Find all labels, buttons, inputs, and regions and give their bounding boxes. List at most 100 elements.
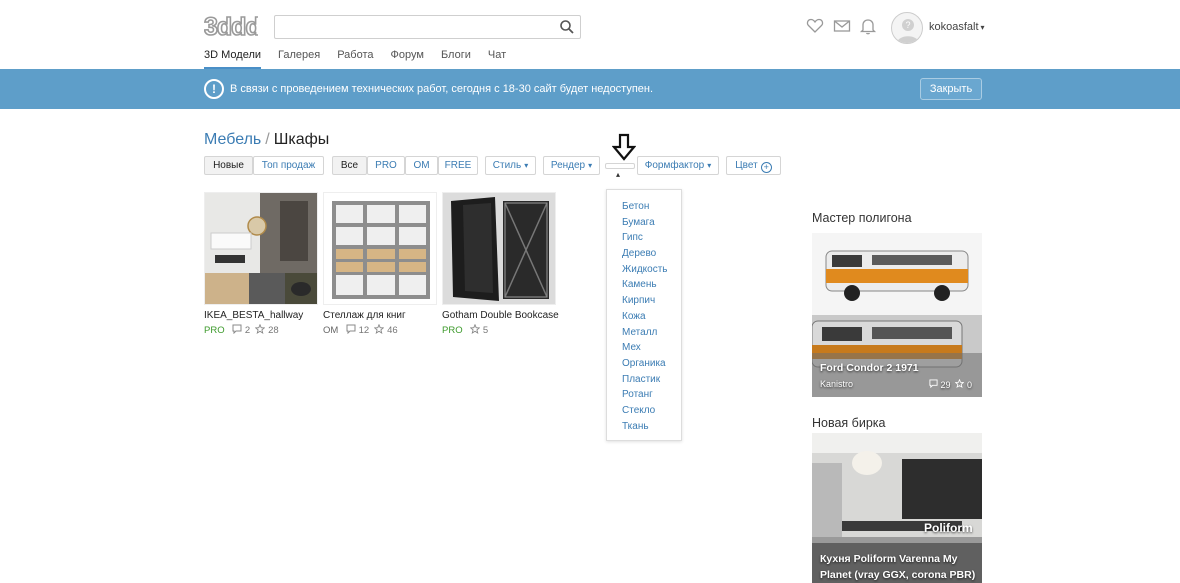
pro-badge: PRO [204, 325, 225, 336]
nav-forum[interactable]: Форум [391, 49, 424, 69]
sort-top-button[interactable]: Топ продаж [253, 156, 324, 175]
style-label: Стиль [492, 160, 522, 171]
material-option[interactable]: Камень [622, 277, 681, 293]
banner-message: В связи с проведением технических работ,… [230, 83, 654, 95]
main-nav: 3D Модели Галерея Работа Форум Блоги Чат [204, 49, 523, 69]
featured-model-card[interactable]: Ford Condor 2 1971 Kanistro 29 0 [812, 233, 982, 397]
logo-text: 3ddd [204, 14, 258, 40]
star-icon [254, 323, 266, 334]
pro-badge: PRO [442, 325, 463, 336]
avatar[interactable]: ? [891, 12, 923, 44]
license-all-button[interactable]: Все [332, 156, 367, 175]
user-menu[interactable]: kokoasfalt ▾ [929, 21, 985, 33]
nav-jobs[interactable]: Работа [337, 49, 373, 69]
color-filter-button[interactable]: Цвет + [726, 156, 781, 175]
hallway-render-image [205, 193, 317, 304]
comment-count: 12 [358, 325, 370, 336]
heart-icon[interactable] [806, 17, 824, 35]
material-option[interactable]: Органика [622, 356, 681, 372]
render-label: Рендер [550, 160, 586, 171]
master-heading: Мастер полигона [812, 211, 912, 225]
nav-gallery[interactable]: Галерея [278, 49, 320, 69]
product-card[interactable]: Gotham Double Bookcase PRO 5 [442, 192, 559, 336]
featured-model-author[interactable]: Kanistro [820, 379, 853, 389]
banner-close-button[interactable]: Закрыть [920, 78, 982, 100]
material-option[interactable]: Мех [622, 340, 681, 356]
site-logo[interactable]: 3ddd [204, 14, 258, 40]
new-tag-title-line1[interactable]: Кухня Poliform Varenna My [820, 552, 957, 567]
material-option[interactable]: Бетон [622, 199, 681, 215]
material-dropdown-toggle[interactable] [605, 163, 635, 169]
plus-circle-icon: + [760, 162, 772, 173]
user-placeholder-icon: ? [897, 19, 919, 43]
comment-count: 29 [940, 380, 951, 390]
product-card[interactable]: Стеллаж для книг OM 12 46 [323, 192, 437, 336]
mail-icon[interactable] [833, 17, 851, 35]
render-dropdown[interactable]: Рендер ▾ [543, 156, 600, 175]
favorite-count: 0 [966, 380, 972, 390]
formfactor-label: Формфактор [644, 160, 705, 171]
chevron-down-icon: ▾ [524, 161, 529, 170]
product-thumbnail[interactable] [204, 192, 318, 305]
product-meta: OM 12 46 [323, 323, 437, 336]
star-icon [469, 323, 481, 334]
comment-icon [346, 324, 356, 335]
product-title[interactable]: Gotham Double Bookcase [442, 310, 559, 321]
maintenance-banner: ! В связи с проведением технических рабо… [0, 69, 1180, 109]
black-bookcase-render-image [443, 193, 555, 304]
product-card[interactable]: IKEA_BESTA_hallway PRO 2 28 [204, 192, 318, 336]
chevron-down-icon: ▾ [588, 161, 593, 170]
material-option[interactable]: Ткань [622, 419, 681, 435]
material-option[interactable]: Гипс [622, 230, 681, 246]
product-title[interactable]: Стеллаж для книг [323, 310, 437, 321]
material-option[interactable]: Жидкость [622, 262, 681, 278]
new-tag-title-line2[interactable]: Planet (vray GGX, corona PBR) [820, 568, 975, 583]
material-option[interactable]: Дерево [622, 246, 681, 262]
license-pro-button[interactable]: PRO [367, 156, 405, 175]
chevron-down-icon: ▾ [980, 23, 985, 32]
search-input[interactable] [275, 16, 545, 38]
material-option[interactable]: Бумага [622, 215, 681, 231]
nav-3d-models[interactable]: 3D Модели [204, 49, 262, 69]
license-om-button[interactable]: OM [405, 156, 438, 175]
material-option[interactable]: Металл [622, 325, 681, 341]
bookshelf-render-image [324, 193, 436, 304]
svg-text:?: ? [905, 20, 910, 30]
featured-model-title[interactable]: Ford Condor 2 1971 [820, 361, 919, 376]
product-thumbnail[interactable] [323, 192, 437, 305]
breadcrumb-separator: / [265, 131, 270, 148]
username: kokoasfalt [929, 21, 979, 33]
material-option[interactable]: Стекло [622, 403, 681, 419]
star-icon [373, 323, 385, 334]
search-bar [274, 15, 581, 39]
breadcrumb: Мебель / Шкафы [204, 131, 329, 149]
bell-icon[interactable] [859, 17, 877, 35]
nav-blogs[interactable]: Блоги [441, 49, 471, 69]
search-icon[interactable] [559, 19, 575, 35]
material-dropdown-menu: Бетон Бумага Гипс Дерево Жидкость Камень Кирпи… [606, 189, 682, 441]
breadcrumb-parent[interactable]: Мебель [204, 131, 261, 148]
poliform-watermark: Poliform [924, 521, 973, 535]
license-free-button[interactable]: FREE [438, 156, 478, 175]
new-tag-card[interactable]: Poliform Кухня Poliform Varenna My Plane… [812, 433, 982, 583]
nav-chat[interactable]: Чат [488, 49, 506, 69]
product-meta: PRO 2 28 [204, 323, 318, 336]
new-tag-heading: Новая бирка [812, 416, 886, 430]
product-meta: PRO 5 [442, 323, 556, 336]
style-dropdown[interactable]: Стиль ▾ [485, 156, 536, 175]
material-option[interactable]: Кирпич [622, 293, 681, 309]
star-icon [955, 378, 965, 388]
arrow-down-icon [612, 133, 636, 161]
sort-new-button[interactable]: Новые [204, 156, 253, 175]
material-option[interactable]: Пластик [622, 372, 681, 388]
chevron-down-icon: ▾ [707, 161, 712, 170]
color-label: Цвет [735, 160, 758, 171]
formfactor-dropdown[interactable]: Формфактор ▾ [637, 156, 719, 175]
featured-model-stats: 29 0 [929, 378, 972, 390]
favorite-count: 5 [482, 325, 489, 336]
product-thumbnail[interactable] [442, 192, 556, 305]
chevron-up-icon: ▴ [616, 170, 621, 179]
material-option[interactable]: Кожа [622, 309, 681, 325]
material-option[interactable]: Ротанг [622, 387, 681, 403]
product-title[interactable]: IKEA_BESTA_hallway [204, 310, 318, 321]
